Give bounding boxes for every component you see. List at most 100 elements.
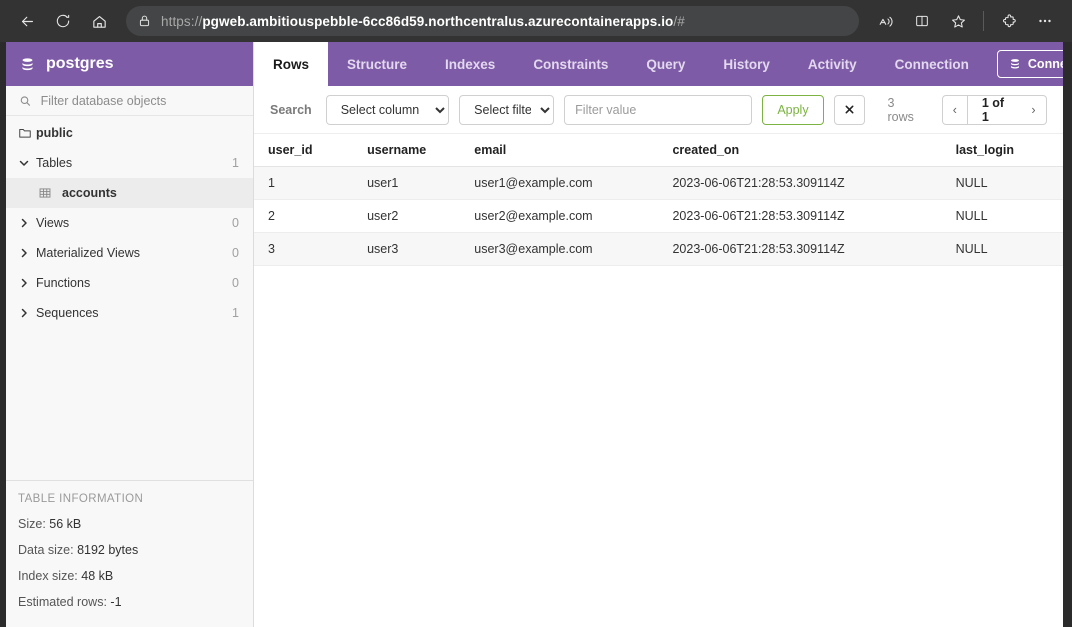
browser-toolbar: https://pgweb.ambitiouspebble-6cc86d59.n…	[0, 0, 1072, 42]
column-header-last-login[interactable]: last_login	[941, 134, 1063, 167]
clear-filter-button[interactable]	[833, 94, 866, 125]
url-text: https://pgweb.ambitiouspebble-6cc86d59.n…	[161, 14, 685, 29]
search-label: Search	[270, 102, 312, 117]
table-info-estimated-rows: Estimated rows: -1	[18, 595, 241, 609]
sidebar-filter[interactable]	[6, 86, 253, 116]
info-value: 8192 bytes	[77, 543, 139, 557]
close-icon	[845, 105, 854, 114]
cell-username[interactable]: user2	[353, 199, 461, 233]
split-screen-icon[interactable]	[905, 4, 939, 38]
info-label: Data size:	[18, 543, 74, 557]
pagination: ‹ 1 of 1 ›	[941, 94, 1047, 125]
info-label: Index size:	[18, 569, 78, 583]
cell-user-id[interactable]: 3	[254, 232, 354, 266]
select-filter-dropdown[interactable]: Select filteSelect filterequalsnot equal…	[459, 94, 555, 125]
extensions-puzzle-icon[interactable]	[992, 4, 1026, 38]
table-row[interactable]: 3 user3 user3@example.com 2023-06-06T21:…	[254, 232, 1063, 266]
table-body: 1 user1 user1@example.com 2023-06-06T21:…	[254, 166, 1063, 266]
tree-item-count: 1	[232, 306, 239, 320]
tab-query[interactable]: Query	[627, 42, 704, 86]
chevron-right-icon	[18, 307, 36, 319]
table-icon	[38, 186, 62, 200]
address-bar[interactable]: https://pgweb.ambitiouspebble-6cc86d59.n…	[126, 6, 859, 36]
browser-actions	[869, 4, 1062, 38]
next-page-button[interactable]: ›	[1021, 94, 1047, 125]
rows-table-container[interactable]: user_id username email created_on last_l…	[254, 134, 1063, 627]
window-edge-right	[1063, 42, 1072, 627]
sidebar-header: postgres	[6, 42, 253, 86]
tree-item-public-schema[interactable]: public	[6, 118, 253, 148]
info-value: -1	[110, 595, 122, 609]
column-header-email[interactable]: email	[460, 134, 659, 167]
tab-history[interactable]: History	[704, 42, 789, 86]
tree-item-materialized-views[interactable]: Materialized Views 0	[6, 238, 253, 268]
rows-count-label: 3 rows	[887, 95, 914, 124]
tab-constraints[interactable]: Constraints	[514, 42, 627, 86]
chevron-down-icon	[18, 157, 36, 169]
filter-value-input[interactable]	[564, 94, 753, 125]
cell-created-on[interactable]: 2023-06-06T21:28:53.309114Z	[658, 166, 942, 200]
settings-ellipsis-icon[interactable]	[1028, 4, 1062, 38]
object-tree: public Tables 1 accounts Views 0 Materia…	[6, 116, 253, 480]
previous-page-button[interactable]: ‹	[941, 94, 968, 125]
cell-last-login[interactable]: NULL	[941, 199, 1063, 233]
tree-item-count: 1	[232, 156, 239, 170]
tree-item-sequences[interactable]: Sequences 1	[6, 298, 253, 328]
column-header-username[interactable]: username	[353, 134, 461, 167]
cell-email[interactable]: user3@example.com	[460, 232, 659, 266]
table-row[interactable]: 1 user1 user1@example.com 2023-06-06T21:…	[254, 166, 1063, 200]
connect-button[interactable]: Connect	[996, 50, 1072, 78]
url-scheme: https://	[161, 13, 203, 29]
database-icon	[20, 56, 35, 73]
cell-email[interactable]: user1@example.com	[460, 166, 659, 200]
cell-created-on[interactable]: 2023-06-06T21:28:53.309114Z	[658, 232, 942, 266]
cell-username[interactable]: user3	[353, 232, 461, 266]
database-name: postgres	[46, 55, 114, 72]
page-indicator: 1 of 1	[967, 94, 1021, 125]
cell-created-on[interactable]: 2023-06-06T21:28:53.309114Z	[658, 199, 942, 233]
tab-activity[interactable]: Activity	[789, 42, 876, 86]
tree-item-label: Sequences	[36, 306, 99, 320]
tree-item-views[interactable]: Views 0	[6, 208, 253, 238]
chevron-right-icon	[18, 277, 36, 289]
filter-database-objects-input[interactable]	[40, 93, 240, 108]
column-header-user-id[interactable]: user_id	[254, 134, 354, 167]
cell-user-id[interactable]: 2	[254, 199, 354, 233]
info-value: 48 kB	[81, 569, 114, 583]
tree-item-label: Views	[36, 216, 70, 230]
table-row[interactable]: 2 user2 user2@example.com 2023-06-06T21:…	[254, 199, 1063, 233]
search-toolbar: Search Select columnuser_idusernameemail…	[254, 86, 1063, 134]
home-button[interactable]	[82, 4, 116, 38]
back-button[interactable]	[10, 4, 44, 38]
tab-indexes[interactable]: Indexes	[426, 42, 514, 86]
refresh-button[interactable]	[46, 4, 80, 38]
apply-button[interactable]: Apply	[762, 94, 824, 125]
cell-user-id[interactable]: 1	[254, 166, 354, 200]
favorite-star-icon[interactable]	[941, 4, 975, 38]
toolbar-divider	[983, 11, 984, 31]
cell-username[interactable]: user1	[353, 166, 461, 200]
tree-item-label: Functions	[36, 276, 91, 290]
lock-icon	[138, 14, 151, 28]
tree-item-tables[interactable]: Tables 1	[6, 148, 253, 178]
table-header-row: user_id username email created_on last_l…	[254, 134, 1063, 167]
tab-bar: Rows Structure Indexes Constraints Query…	[254, 42, 1072, 86]
tab-connection[interactable]: Connection	[876, 42, 988, 86]
info-label: Size:	[18, 517, 46, 531]
column-header-created-on[interactable]: created_on	[658, 134, 942, 167]
browser-window: https://pgweb.ambitiouspebble-6cc86d59.n…	[0, 0, 1072, 627]
select-column-dropdown[interactable]: Select columnuser_idusernameemailcreated…	[325, 94, 450, 125]
cell-last-login[interactable]: NULL	[941, 232, 1063, 266]
tab-structure[interactable]: Structure	[328, 42, 426, 86]
tree-item-functions[interactable]: Functions 0	[6, 268, 253, 298]
table-header: user_id username email created_on last_l…	[254, 134, 1063, 167]
table-info-data-size: Data size: 8192 bytes	[18, 543, 241, 557]
tree-item-count: 0	[232, 246, 239, 260]
sidebar-item-accounts-table[interactable]: accounts	[6, 178, 253, 208]
table-info-size: Size: 56 kB	[18, 517, 241, 531]
read-aloud-icon[interactable]	[869, 4, 903, 38]
search-icon	[20, 95, 31, 106]
tab-rows[interactable]: Rows	[254, 42, 329, 86]
cell-email[interactable]: user2@example.com	[460, 199, 659, 233]
cell-last-login[interactable]: NULL	[941, 166, 1063, 200]
